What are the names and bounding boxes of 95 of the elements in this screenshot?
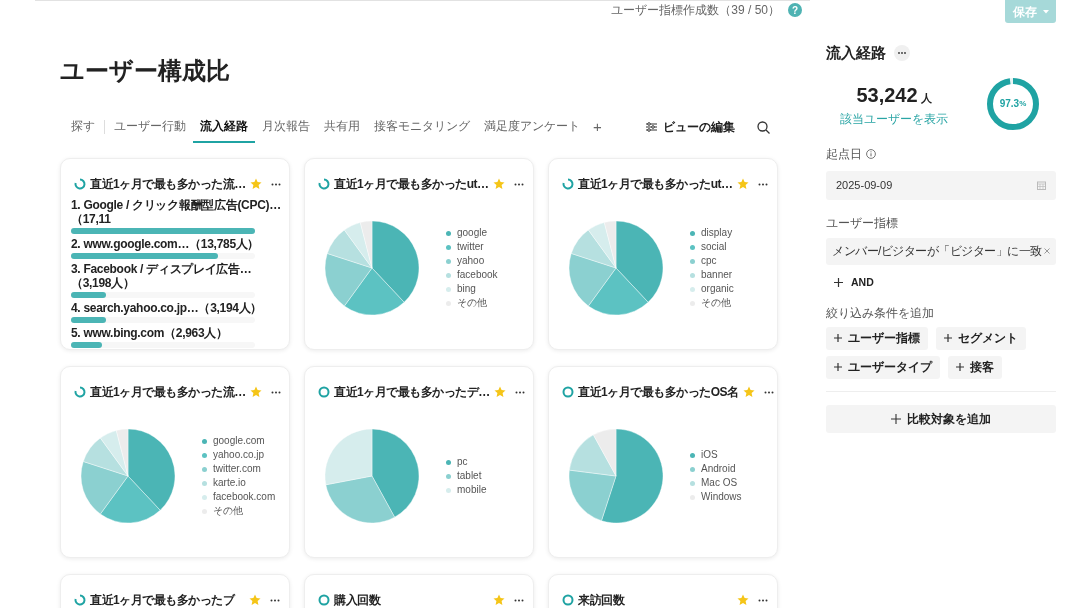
legend-label: cpc: [701, 255, 717, 267]
legend-label: pc: [457, 456, 468, 468]
ranking-label: 3. Facebook / ディスプレイ広告…（3,198人）: [71, 262, 253, 290]
page-title: ユーザー構成比: [60, 56, 231, 86]
legend-label: display: [701, 227, 733, 239]
ranking-label: 2. www.google.com…（13,785人）: [71, 237, 261, 251]
legend-label: mobile: [457, 484, 487, 496]
add-tab-button[interactable]: +: [593, 115, 602, 139]
legend-label: その他: [213, 505, 243, 517]
ranking-label: 4. search.yahoo.co.jp…（3,194人）: [71, 301, 264, 315]
legend-label: google: [457, 227, 488, 239]
info-icon: [866, 148, 876, 159]
more-icon[interactable]: [270, 390, 281, 394]
search-icon[interactable]: [757, 120, 770, 134]
card-title: 直近1ヶ月で最も多かった流…: [90, 384, 246, 401]
legend-label: facebook.com: [213, 491, 276, 503]
more-icon[interactable]: [514, 182, 524, 186]
tab[interactable]: 接客モニタリング: [367, 111, 477, 143]
calendar-icon: [1037, 180, 1046, 190]
legend-label: Mac OS: [701, 477, 738, 489]
tab[interactable]: ユーザー行動: [107, 111, 193, 143]
legend-label: iOS: [701, 449, 718, 461]
tab[interactable]: 探す: [64, 111, 102, 143]
close-icon[interactable]: [1044, 248, 1050, 254]
filter-button[interactable]: セグメント: [936, 326, 1026, 350]
filter-button[interactable]: ユーザー指標: [826, 326, 928, 350]
legend-label: tablet: [457, 470, 482, 482]
more-icon[interactable]: [514, 598, 524, 602]
more-icon[interactable]: [270, 182, 281, 186]
star-icon[interactable]: [493, 178, 505, 190]
card-title: 購入回数: [334, 592, 382, 608]
star-icon[interactable]: [249, 594, 261, 606]
legend-label: その他: [701, 297, 731, 309]
edit-view-button[interactable]: ビューの編集: [646, 118, 735, 136]
star-icon[interactable]: [737, 178, 749, 190]
more-icon[interactable]: [758, 182, 768, 186]
plus-icon: [956, 363, 964, 371]
tab[interactable]: 共有用: [317, 111, 367, 143]
caret-icon: [1042, 9, 1049, 14]
tab[interactable]: 月次報告: [255, 111, 317, 143]
sliders-icon: [646, 122, 657, 132]
more-icon[interactable]: [514, 390, 525, 394]
legend-label: twitter.com: [213, 463, 261, 475]
legend-label: banner: [701, 269, 733, 281]
percentage-donut: 97.3%: [986, 76, 1040, 131]
legend-label: yahoo: [457, 255, 485, 267]
legend-label: Windows: [701, 491, 742, 503]
legend-label: Android: [701, 463, 736, 475]
plus-icon: [834, 363, 842, 371]
and-button[interactable]: AND: [826, 271, 882, 294]
card-title: 直近1ヶ月で最も多かったブ: [90, 592, 237, 608]
tab[interactable]: 満足度アンケート: [477, 111, 587, 143]
star-icon[interactable]: [249, 178, 262, 190]
ranking-label: 1. Google / クリック報酬型広告(CPC)…（17,11: [71, 198, 282, 226]
field-label: ユーザー指標: [826, 214, 899, 232]
filter-button[interactable]: ユーザータイプ: [826, 355, 940, 379]
filter-button[interactable]: 接客: [948, 355, 1002, 379]
plus-icon: [891, 413, 901, 424]
card-title: 直近1ヶ月で最も多かったOS名: [578, 384, 739, 401]
star-icon[interactable]: [249, 386, 262, 398]
legend-label: その他: [457, 297, 487, 309]
field-label: 絞り込み条件を追加: [826, 304, 935, 322]
star-icon[interactable]: [493, 594, 505, 606]
card-title: 直近1ヶ月で最も多かったデ…: [334, 384, 490, 401]
plus-icon: [944, 334, 952, 342]
count-unit: 人: [920, 90, 932, 106]
card-title: 来訪回数: [578, 592, 626, 608]
date-field[interactable]: 2025-09-09: [826, 170, 1056, 200]
more-icon[interactable]: [763, 390, 774, 394]
legend-label: facebook: [457, 269, 498, 281]
field-label: 起点日: [826, 145, 862, 163]
legend-label: twitter: [457, 241, 484, 253]
user-count: 53,242: [856, 82, 918, 108]
add-comparison-button[interactable]: 比較対象を追加: [826, 404, 1056, 433]
legend-label: yahoo.co.jp: [213, 449, 265, 461]
legend-label: google.com: [213, 435, 265, 447]
star-icon[interactable]: [742, 386, 755, 398]
more-icon[interactable]: [270, 598, 280, 602]
card-title: 直近1ヶ月で最も多かったut…: [334, 176, 489, 193]
plus-icon: [834, 334, 842, 342]
legend-label: organic: [701, 283, 734, 295]
star-icon[interactable]: [493, 386, 506, 398]
plus-icon: [834, 278, 843, 287]
star-icon[interactable]: [737, 594, 749, 606]
tab[interactable]: 流入経路: [193, 111, 255, 143]
condition-chip[interactable]: メンバー/ビジターが「ビジター」に一致: [826, 237, 1056, 265]
legend-label: karte.io: [213, 477, 246, 489]
card-title: 直近1ヶ月で最も多かった流…: [90, 176, 246, 193]
legend-label: bing: [457, 283, 476, 295]
more-icon[interactable]: [758, 598, 768, 602]
ranking-label: 5. www.bing.com（2,963人）: [71, 326, 229, 340]
legend-label: social: [701, 241, 727, 253]
usage-count-text: ユーザー指標作成数（39 / 50）: [611, 2, 780, 19]
panel-title: 流入経路: [826, 43, 886, 63]
card-title: 直近1ヶ月で最も多かったut…: [578, 176, 733, 193]
